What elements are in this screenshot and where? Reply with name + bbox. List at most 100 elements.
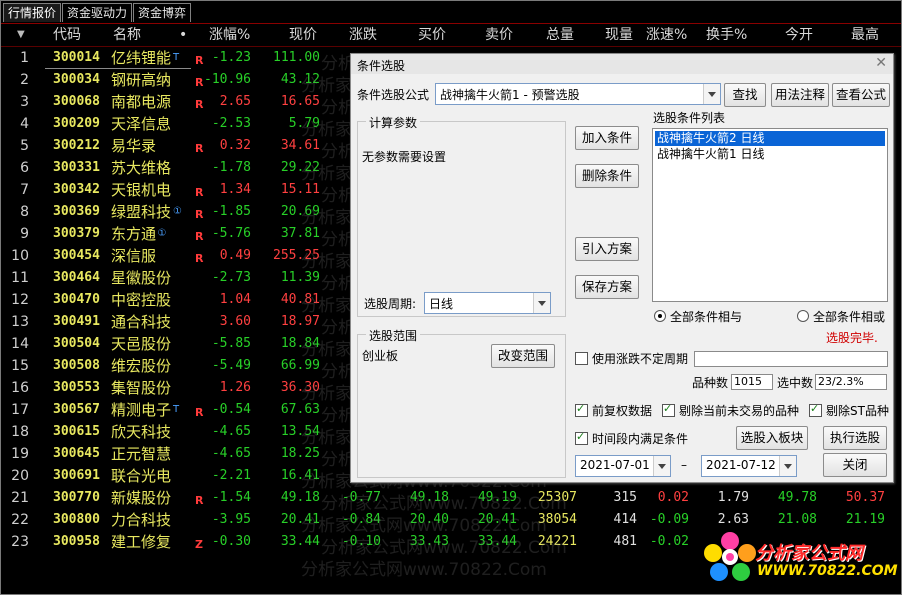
- tab-divider: [1, 23, 901, 24]
- row-index: 8: [20, 204, 29, 220]
- date-to-picker[interactable]: 2021-07-12: [701, 455, 797, 477]
- bid-price: 33.43: [409, 534, 449, 549]
- radio-and[interactable]: [654, 310, 666, 322]
- pct-change: -0.30: [211, 534, 251, 549]
- row-index: 12: [11, 292, 29, 308]
- pct-change: 0.49: [219, 248, 251, 263]
- row-index: 22: [11, 512, 29, 528]
- total-volume: 24221: [537, 534, 577, 549]
- radio-or[interactable]: [797, 310, 809, 322]
- list-item[interactable]: 战神擒牛火箭2 日线: [655, 131, 885, 146]
- execute-selection-button[interactable]: 执行选股: [823, 426, 887, 450]
- col-open[interactable]: 今开: [785, 25, 813, 45]
- pct-change: -0.54: [211, 402, 251, 417]
- col-change[interactable]: 涨跌: [349, 25, 377, 45]
- date-to-value: 2021-07-12: [706, 458, 776, 472]
- tab-fund-game[interactable]: 资金博弈: [133, 3, 192, 22]
- stock-code: 300454: [53, 248, 100, 263]
- tab-fund-drive[interactable]: 资金驱动力: [62, 3, 133, 22]
- select-to-block-button[interactable]: 选股入板块: [736, 426, 808, 450]
- params-text: 无参数需要设置: [362, 150, 447, 164]
- usage-notes-button[interactable]: 用法注释: [771, 83, 829, 107]
- current-price: 34.61: [280, 138, 320, 153]
- pct-change: -4.65: [211, 446, 251, 461]
- table-row[interactable]: 22 300800 力合科技 -3.95 20.41 -0.84 20.40 20.41 380…: [1, 509, 901, 531]
- col-turnover[interactable]: 换手%: [706, 25, 747, 45]
- date-from-picker[interactable]: 2021-07-01: [575, 455, 671, 477]
- col-high[interactable]: 最高: [851, 25, 879, 45]
- current-price: 29.22: [280, 160, 320, 175]
- stock-code: 300553: [53, 380, 100, 395]
- row-index: 18: [11, 424, 29, 440]
- stock-name: 建工修复: [111, 533, 172, 551]
- col-pct[interactable]: 涨幅%: [209, 25, 250, 45]
- col-code[interactable]: 代码: [53, 25, 81, 45]
- current-price: 18.84: [280, 336, 320, 351]
- price-change: -0.84: [341, 512, 381, 527]
- close-button[interactable]: 关闭: [823, 453, 887, 477]
- change-range-button[interactable]: 改变范围: [491, 344, 555, 368]
- table-row[interactable]: 21 300770 新媒股份 R -1.54 49.18 -0.77 49.18 49.19 25…: [1, 487, 901, 509]
- restore-data-checkbox[interactable]: [575, 402, 588, 417]
- col-volume[interactable]: 总量: [546, 25, 574, 45]
- row-index: 17: [11, 402, 29, 418]
- exclude-untraded-checkbox[interactable]: [662, 402, 675, 417]
- tab-quotes[interactable]: 行情报价: [3, 3, 62, 22]
- stock-code: 300691: [53, 468, 100, 483]
- sort-arrow-icon[interactable]: ▼: [17, 25, 25, 45]
- stock-quote-window: 行情报价 资金驱动力 资金博弈 ▼ 代码 名称 • 涨幅% 现价 涨跌 买价 卖…: [0, 0, 902, 595]
- exclude-st-checkbox[interactable]: [809, 402, 822, 417]
- col-price[interactable]: 现价: [289, 25, 317, 45]
- col-speed[interactable]: 涨速%: [646, 25, 687, 45]
- list-item[interactable]: 战神擒牛火箭1 日线: [655, 147, 766, 162]
- logo-title: 分析家公式网: [755, 543, 863, 564]
- col-current-vol[interactable]: 现量: [605, 25, 633, 45]
- save-plan-button[interactable]: 保存方案: [575, 275, 639, 299]
- col-bid[interactable]: 买价: [418, 25, 446, 45]
- pct-change: 0.32: [219, 138, 251, 153]
- condition-list[interactable]: 战神擒牛火箭2 日线 战神擒牛火箭1 日线: [652, 128, 888, 302]
- chevron-down-icon[interactable]: [653, 456, 670, 476]
- current-price: 18.25: [280, 446, 320, 461]
- pct-change: -4.65: [211, 424, 251, 439]
- delete-condition-button[interactable]: 删除条件: [575, 164, 639, 188]
- col-name[interactable]: 名称: [113, 25, 141, 45]
- open-price: 49.78: [777, 490, 817, 505]
- selected-row-indicator: [45, 47, 191, 69]
- add-condition-button[interactable]: 加入条件: [575, 126, 639, 150]
- pct-change: -5.49: [211, 358, 251, 373]
- period-field[interactable]: [694, 351, 888, 367]
- row-index: 6: [20, 160, 29, 176]
- stock-code: 300068: [53, 94, 100, 109]
- chevron-down-icon[interactable]: [779, 456, 796, 476]
- stock-tag: T: [173, 404, 180, 415]
- pct-change: -1.54: [211, 490, 251, 505]
- stock-name: 南都电源: [111, 93, 172, 111]
- stock-code: 300342: [53, 182, 100, 197]
- interval-checkbox[interactable]: [575, 430, 588, 445]
- formula-select[interactable]: 战神擒牛火箭1 - 预警选股: [435, 83, 721, 105]
- import-plan-button[interactable]: 引入方案: [575, 237, 639, 261]
- period-select[interactable]: 日线: [424, 292, 551, 314]
- stock-name: 维宏股份: [111, 357, 172, 375]
- current-price: 255.25: [273, 248, 320, 263]
- chevron-down-icon[interactable]: [533, 293, 550, 313]
- params-group: 计算参数 无参数需要设置 选股周期: 日线: [357, 114, 566, 317]
- price-speed: 0.02: [657, 490, 689, 505]
- find-button[interactable]: 查找: [724, 83, 766, 107]
- close-icon[interactable]: ✕: [875, 55, 887, 71]
- current-price: 49.18: [280, 490, 320, 505]
- chevron-down-icon[interactable]: [703, 84, 720, 104]
- col-ask[interactable]: 卖价: [485, 25, 513, 45]
- price-change: -0.10: [341, 534, 381, 549]
- row-index: 21: [11, 490, 29, 506]
- use-period-checkbox[interactable]: [575, 352, 588, 365]
- row-index: 3: [20, 94, 29, 110]
- dialog-titlebar[interactable]: 条件选股 ✕: [351, 54, 893, 74]
- row-index: 16: [11, 380, 29, 396]
- current-price: 16.65: [280, 94, 320, 109]
- stock-name: 星徽股份: [111, 269, 172, 287]
- stock-name: 精测电子: [111, 401, 172, 419]
- view-formula-button[interactable]: 查看公式: [832, 83, 890, 107]
- row-index: 9: [20, 226, 29, 242]
